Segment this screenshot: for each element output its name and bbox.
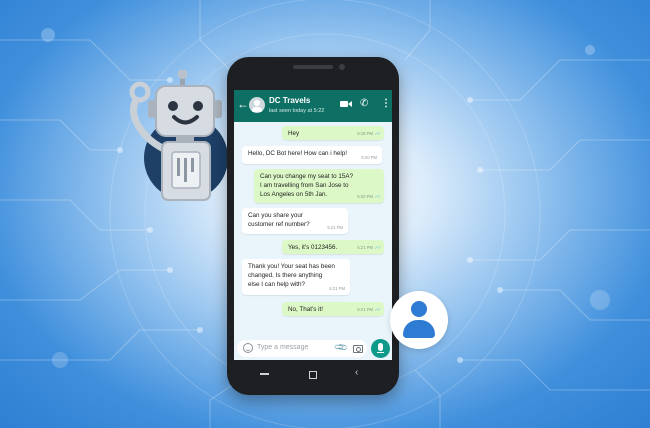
more-vertical-icon[interactable]: ⋮ bbox=[381, 98, 391, 110]
read-receipt-icon: ✓✓ bbox=[374, 307, 380, 312]
robot-icon bbox=[129, 70, 222, 201]
arrow-left-icon[interactable]: ← bbox=[237, 97, 249, 111]
message-incoming: Hello, DC Bot here! How can i help! 5:20… bbox=[242, 146, 382, 164]
contact-status: last seen today at 5:22 bbox=[269, 108, 325, 114]
read-receipt-icon: ✓✓ bbox=[374, 194, 380, 199]
message-time: 5:18 PM bbox=[357, 131, 373, 136]
message-incoming: Thank you! Your seat has been changed. I… bbox=[242, 259, 350, 295]
contact-name[interactable]: DC Travels bbox=[269, 96, 310, 105]
camera-icon[interactable] bbox=[353, 345, 363, 353]
chat-header: ← DC Travels last seen today at 5:22 ✆ ⋮ bbox=[234, 90, 392, 122]
message-time: 5:21 PM bbox=[327, 225, 343, 230]
message-composer: Type a message 📎 bbox=[234, 338, 392, 360]
robot-illustration bbox=[118, 70, 228, 205]
message-time: 5:20 PM bbox=[361, 155, 377, 160]
user-avatar-head bbox=[411, 301, 427, 317]
message-outgoing: Hey 5:18 PM ✓✓ bbox=[282, 126, 384, 140]
phone-speaker bbox=[293, 65, 333, 69]
message-time: 5:20 PM bbox=[357, 194, 373, 199]
phone: ← DC Travels last seen today at 5:22 ✆ ⋮… bbox=[227, 57, 399, 395]
message-time: 5:21 PM bbox=[329, 286, 345, 291]
recent-apps-icon[interactable] bbox=[260, 373, 269, 375]
mic-button[interactable] bbox=[371, 339, 390, 358]
message-outgoing: Can you change my seat to 15A? I am trav… bbox=[254, 169, 384, 203]
message-outgoing: Yes, it's 0123456. 5:21 PM ✓✓ bbox=[282, 240, 384, 254]
read-receipt-icon: ✓✓ bbox=[374, 131, 380, 136]
chat-screen: ← DC Travels last seen today at 5:22 ✆ ⋮… bbox=[234, 90, 392, 360]
mic-icon bbox=[377, 343, 384, 353]
message-incoming: Can you share your customer ref number? … bbox=[242, 208, 348, 234]
emoji-icon[interactable] bbox=[243, 343, 253, 353]
message-text: Hello, DC Bot here! How can i help! bbox=[248, 150, 348, 157]
android-nav-bar: ‹ bbox=[227, 365, 399, 389]
message-input-placeholder[interactable]: Type a message bbox=[257, 344, 308, 351]
message-input[interactable]: Type a message 📎 bbox=[237, 340, 367, 357]
home-icon[interactable] bbox=[309, 371, 317, 379]
message-time: 5:21 PM bbox=[357, 307, 373, 312]
phone-front-camera bbox=[339, 64, 345, 70]
back-icon[interactable]: ‹ bbox=[355, 367, 358, 379]
message-outgoing: No, That's it! 5:21 PM ✓✓ bbox=[282, 302, 384, 316]
user-avatar-body bbox=[403, 320, 435, 338]
message-list: Hey 5:18 PM ✓✓ Hello, DC Bot here! How c… bbox=[234, 124, 392, 336]
user-avatar-icon bbox=[390, 291, 448, 349]
read-receipt-icon: ✓✓ bbox=[374, 245, 380, 250]
paperclip-icon[interactable]: 📎 bbox=[334, 340, 350, 356]
video-call-icon[interactable] bbox=[340, 101, 352, 107]
contact-avatar[interactable] bbox=[249, 97, 265, 113]
message-time: 5:21 PM bbox=[357, 245, 373, 250]
phone-icon[interactable]: ✆ bbox=[360, 98, 368, 110]
